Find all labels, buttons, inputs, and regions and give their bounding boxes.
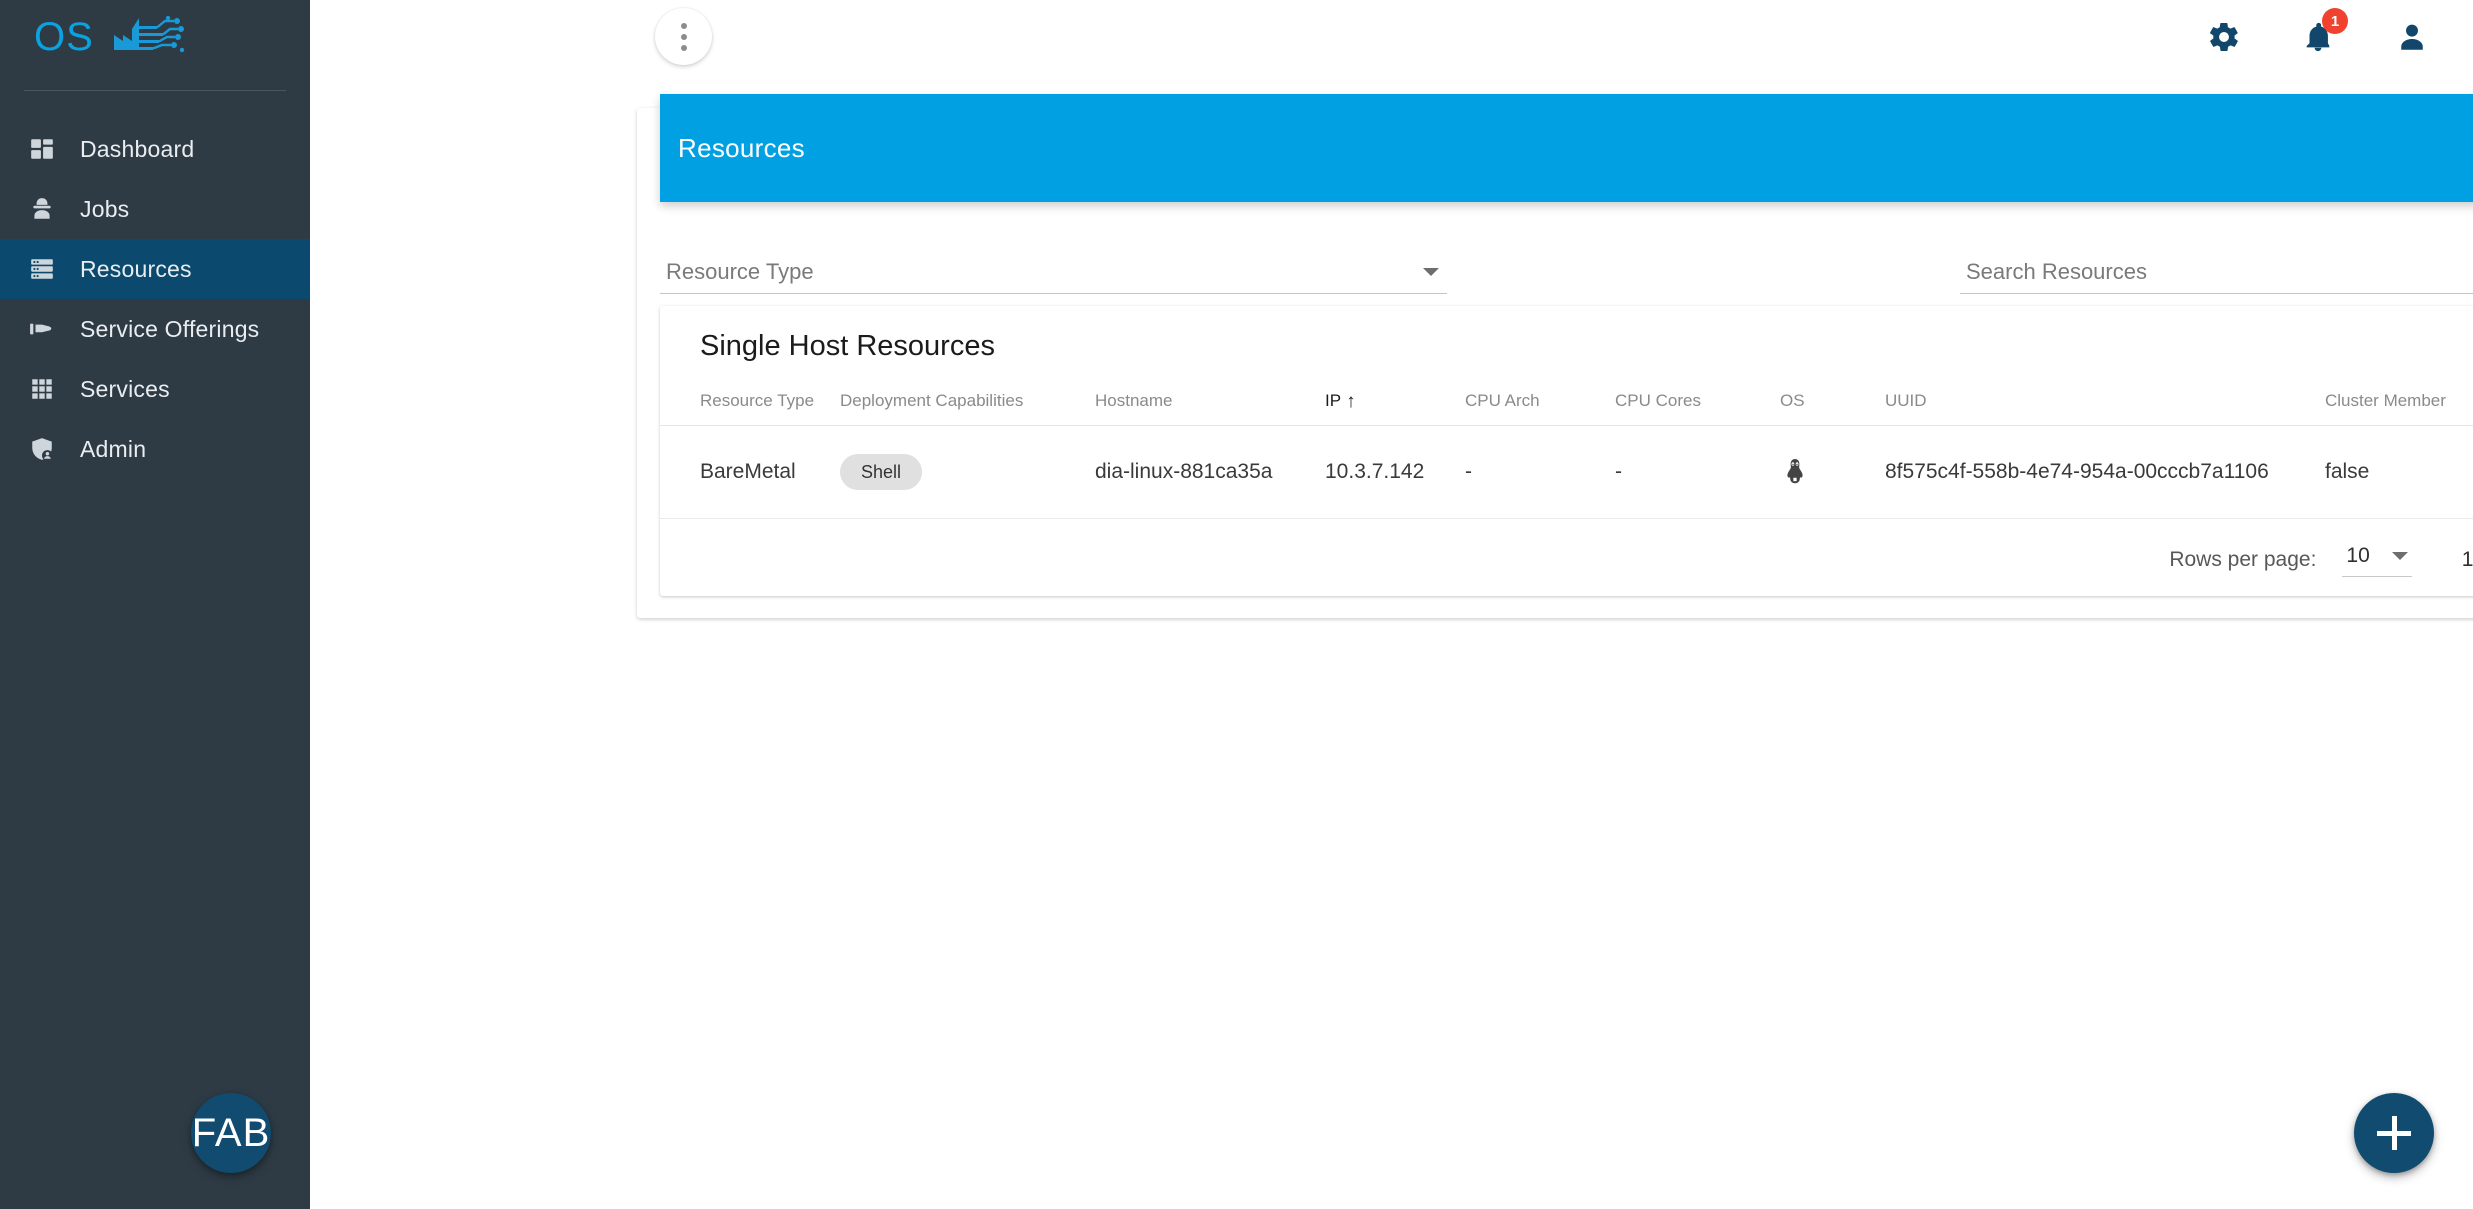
- brand-name-part2: OS: [34, 15, 94, 59]
- column-header-cluster-member[interactable]: Cluster Member: [2325, 385, 2473, 426]
- rows-per-page-value: 10: [2346, 543, 2370, 567]
- main-content: 1 Resources Resource Type Search Resourc…: [310, 0, 2473, 1209]
- sidebar-nav: Dashboard Jobs Resources Service Offerin…: [0, 119, 310, 479]
- grid-dots-icon: [28, 375, 56, 403]
- kebab-dot: [680, 33, 687, 40]
- resources-page-card: Resources Resource Type Search Resources…: [637, 94, 2473, 618]
- sort-ascending-icon: ↑: [1346, 391, 1356, 412]
- dashboard-grid-icon: [28, 135, 56, 163]
- gear-icon[interactable]: [2207, 20, 2241, 54]
- sidebar-item-label: Jobs: [80, 195, 130, 222]
- topbar: 1: [310, 0, 2473, 74]
- sidebar-item-label: Dashboard: [80, 135, 195, 162]
- worker-helmet-icon: [28, 195, 56, 223]
- linux-penguin-icon: [1780, 457, 1810, 487]
- column-header-os[interactable]: OS: [1780, 385, 1885, 426]
- column-header-cpu-arch[interactable]: CPU Arch: [1465, 385, 1615, 426]
- hand-offer-icon: [28, 315, 56, 343]
- column-header-cpu-cores[interactable]: CPU Cores: [1615, 385, 1780, 426]
- sidebar-item-resources[interactable]: Resources: [0, 239, 310, 299]
- cell-hostname: dia-linux-881ca35a: [1095, 425, 1325, 519]
- sidebar-item-services[interactable]: Services: [0, 359, 310, 419]
- table-header-row: Resource Type Deployment Capabilities Ho…: [660, 385, 2473, 426]
- cell-cpu-cores: -: [1615, 425, 1780, 519]
- sidebar-item-admin[interactable]: Admin: [0, 419, 310, 479]
- search-placeholder: Search Resources: [1966, 259, 2147, 284]
- capability-chip: Shell: [840, 454, 923, 490]
- table-body: BareMetal Shell dia-linux-881ca35a 10.3.…: [660, 425, 2473, 519]
- table-title: Single Host Resources: [700, 330, 995, 362]
- resource-type-label: Resource Type: [666, 259, 814, 284]
- column-header-deployment-capabilities[interactable]: Deployment Capabilities: [840, 385, 1095, 426]
- app-root: FAB OS Dashboard Jobs Resources Service …: [0, 0, 2473, 1209]
- rows-per-page-select[interactable]: 10: [2342, 543, 2412, 577]
- chevron-down-icon[interactable]: [1423, 268, 1439, 276]
- bell-icon[interactable]: 1: [2301, 8, 2348, 54]
- page-title: Resources: [678, 132, 805, 163]
- rows-per-page-label: Rows per page:: [2169, 548, 2317, 571]
- add-resource-button[interactable]: [2354, 1093, 2434, 1173]
- column-header-uuid[interactable]: UUID: [1885, 385, 2325, 426]
- cell-deployment-capabilities: Shell: [840, 425, 1095, 519]
- sidebar-divider: [24, 90, 286, 91]
- cell-cpu-arch: -: [1465, 425, 1615, 519]
- paginator: Rows per page: 10 1-1 of 1 ‹ ›: [2169, 538, 2473, 582]
- sidebar-item-label: Services: [80, 375, 170, 402]
- table-row[interactable]: BareMetal Shell dia-linux-881ca35a 10.3.…: [660, 425, 2473, 519]
- pagination-range-label: 1-1 of 1: [2461, 548, 2473, 571]
- sidebar-item-label: Resources: [80, 255, 192, 282]
- sidebar-item-jobs[interactable]: Jobs: [0, 179, 310, 239]
- kebab-menu-icon[interactable]: [655, 8, 712, 65]
- factory-circuit-icon: [108, 15, 186, 58]
- resources-table: Resource Type Deployment Capabilities Ho…: [660, 385, 2473, 519]
- page-banner: Resources: [660, 94, 2473, 202]
- cell-cluster-member: false: [2325, 425, 2473, 519]
- single-host-resources-card: Single Host Resources Resource Type Depl…: [660, 306, 2473, 596]
- person-icon[interactable]: [2395, 20, 2429, 54]
- chevron-down-icon: [2391, 551, 2408, 560]
- cell-uuid: 8f575c4f-558b-4e74-954a-00cccb7a1106: [1885, 425, 2325, 519]
- shield-user-icon: [28, 435, 56, 463]
- table-head: Resource Type Deployment Capabilities Ho…: [660, 385, 2473, 426]
- resource-type-select[interactable]: Resource Type: [660, 236, 1447, 294]
- sidebar-item-service-offerings[interactable]: Service Offerings: [0, 299, 310, 359]
- sidebar-item-label: Service Offerings: [80, 315, 260, 342]
- server-stack-icon: [28, 255, 56, 283]
- topbar-actions: 1: [2207, 0, 2443, 74]
- filters-row: Resource Type Search Resources: [660, 236, 2473, 294]
- sidebar: FAB OS Dashboard Jobs Resources Service …: [0, 0, 310, 1209]
- sidebar-item-label: Admin: [80, 435, 147, 462]
- kebab-dot: [680, 44, 687, 51]
- brand-name-part1: FAB: [191, 1093, 271, 1173]
- column-header-hostname[interactable]: Hostname: [1095, 385, 1325, 426]
- column-header-ip[interactable]: IP ↑: [1325, 385, 1465, 426]
- cell-resource-type: BareMetal: [660, 425, 840, 519]
- column-header-ip-label: IP: [1325, 391, 1342, 410]
- brand-logo[interactable]: FAB OS: [0, 0, 310, 1173]
- plus-icon-vertical: [2391, 1116, 2397, 1150]
- notification-badge: 1: [2322, 8, 2348, 34]
- cell-ip: 10.3.7.142: [1325, 425, 1465, 519]
- search-input[interactable]: Search Resources: [1960, 236, 2473, 294]
- cell-os: [1780, 425, 1885, 519]
- brand-logo-text: FAB OS: [34, 15, 271, 1173]
- column-header-resource-type[interactable]: Resource Type: [660, 385, 840, 426]
- sidebar-item-dashboard[interactable]: Dashboard: [0, 119, 310, 179]
- kebab-dot: [680, 22, 687, 29]
